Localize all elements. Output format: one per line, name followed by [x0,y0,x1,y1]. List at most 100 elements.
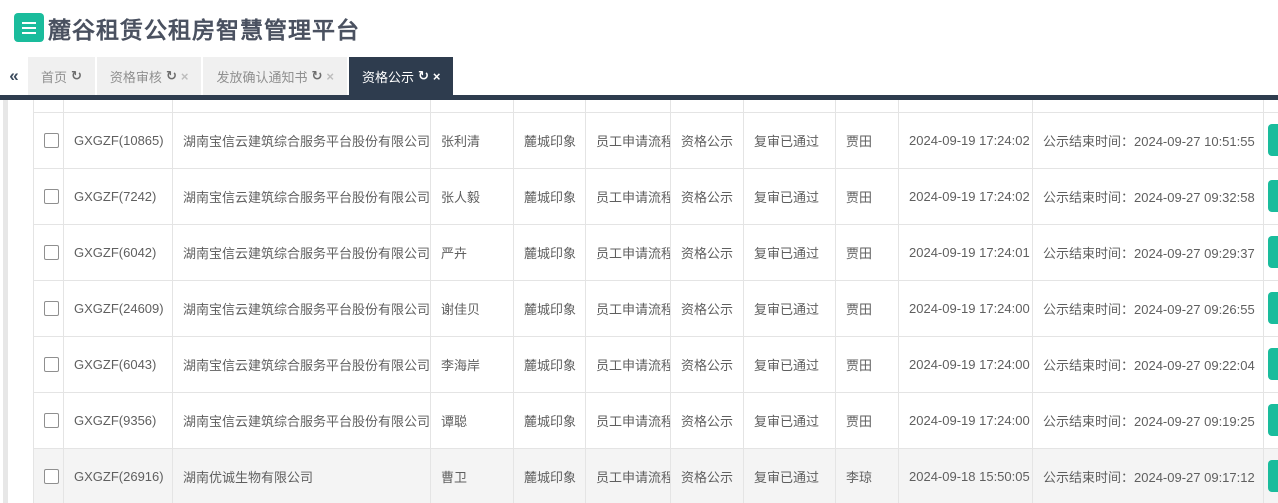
cell-project-name: 麓城印象 [514,224,586,280]
row-checkbox[interactable] [44,469,59,484]
cell-operator: 贾田 [836,392,899,448]
cell-operator: 贾田 [836,336,899,392]
cell-project-name: 麓城印象 [514,336,586,392]
cell-project-name: 麓城印象 [514,448,586,503]
cell-application-id: GXGZF(6043) [64,336,173,392]
close-icon[interactable]: × [181,69,189,84]
cell-review-result: 复审已通过 [744,280,836,336]
cell-status: 资格公示 [671,112,744,168]
table-row: GXGZF(24609) 湖南宝信云建筑综合服务平台股份有限公司 谢佳贝 麓城印… [34,280,1278,336]
checkbox-cell [34,112,64,168]
action-cell [1264,336,1278,392]
cell-project-name: 麓城印象 [514,112,586,168]
refresh-icon[interactable]: ↻ [71,68,82,84]
tab-collapse-button[interactable]: « [0,57,28,95]
row-action-button[interactable] [1268,460,1278,492]
cell-publicity-end-time: 公示结束时间：2024-09-27 09:29:37 [1033,224,1264,280]
collapse-left-icon: « [9,66,18,85]
cell-company-name: 湖南宝信云建筑综合服务平台股份有限公司 [173,168,431,224]
cell-applicant-name: 曹卫 [431,448,514,503]
cell-status: 资格公示 [671,224,744,280]
cell-application-id: GXGZF(9356) [64,392,173,448]
row-checkbox[interactable] [44,189,59,204]
close-icon[interactable]: × [433,69,441,84]
table-row: GXGZF(6043) 湖南宝信云建筑综合服务平台股份有限公司 李海岸 麓城印象… [34,336,1278,392]
cell-status: 资格公示 [671,448,744,503]
cell-status: 资格公示 [671,392,744,448]
row-checkbox[interactable] [44,413,59,428]
cell-company-name: 湖南优诚生物有限公司 [173,448,431,503]
cell-review-result: 复审已通过 [744,392,836,448]
checkbox-cell [34,448,64,503]
refresh-icon[interactable]: ↻ [418,68,429,84]
refresh-icon[interactable]: ↻ [166,68,177,84]
cell-review-result: 复审已通过 [744,336,836,392]
table-row: GXGZF(6042) 湖南宝信云建筑综合服务平台股份有限公司 严卉 麓城印象 … [34,224,1278,280]
row-action-button[interactable] [1268,348,1278,380]
cell-apply-time: 2024-09-19 17:24:02 [899,168,1033,224]
row-checkbox[interactable] [44,357,59,372]
cell-operator: 贾田 [836,280,899,336]
cell-apply-time: 2024-09-19 17:24:00 [899,392,1033,448]
row-checkbox[interactable] [44,301,59,316]
table-body: GXGZF(10865) 湖南宝信云建筑综合服务平台股份有限公司 张利清 麓城印… [34,100,1278,503]
cell-flow-type: 员工申请流程 [586,280,671,336]
row-checkbox[interactable] [44,245,59,260]
row-action-button[interactable] [1268,292,1278,324]
cell-application-id: GXGZF(24609) [64,280,173,336]
cell-company-name: 湖南宝信云建筑综合服务平台股份有限公司 [173,280,431,336]
cell-apply-time: 2024-09-19 17:24:02 [899,112,1033,168]
table-row: GXGZF(26916) 湖南优诚生物有限公司 曹卫 麓城印象 员工申请流程 资… [34,448,1278,503]
table-container: GXGZF(10865) 湖南宝信云建筑综合服务平台股份有限公司 张利清 麓城印… [33,100,1278,503]
cell-flow-type: 员工申请流程 [586,392,671,448]
tab-1[interactable]: 资格审核 ↻ × [97,57,202,95]
cell-applicant-name: 李海岸 [431,336,514,392]
cell-operator: 李琼 [836,448,899,503]
cell-application-id: GXGZF(10865) [64,112,173,168]
row-action-button[interactable] [1268,404,1278,436]
table-row: GXGZF(7242) 湖南宝信云建筑综合服务平台股份有限公司 张人毅 麓城印象… [34,168,1278,224]
cell-flow-type: 员工申请流程 [586,112,671,168]
app-header: 麓谷租赁公租房智慧管理平台 [0,0,1278,55]
tab-0[interactable]: 首页 ↻ [28,57,95,95]
checkbox-cell [34,336,64,392]
refresh-icon[interactable]: ↻ [311,68,322,84]
cell-publicity-end-time: 公示结束时间：2024-09-27 09:32:58 [1033,168,1264,224]
page-title: 麓谷租赁公租房智慧管理平台 [48,11,360,45]
checkbox-cell [34,168,64,224]
hamburger-menu-button[interactable] [14,13,44,42]
cell-flow-type: 员工申请流程 [586,336,671,392]
cell-apply-time: 2024-09-19 17:24:00 [899,280,1033,336]
cell-apply-time: 2024-09-19 17:24:01 [899,224,1033,280]
cell-application-id: GXGZF(26916) [64,448,173,503]
cell-operator: 贾田 [836,168,899,224]
partial-row [34,100,1278,112]
cell-status: 资格公示 [671,280,744,336]
row-checkbox[interactable] [44,133,59,148]
cell-project-name: 麓城印象 [514,280,586,336]
cell-review-result: 复审已通过 [744,448,836,503]
row-action-button[interactable] [1268,180,1278,212]
cell-applicant-name: 张人毅 [431,168,514,224]
cell-status: 资格公示 [671,336,744,392]
cell-flow-type: 员工申请流程 [586,224,671,280]
tab-3[interactable]: 资格公示 ↻ × [349,57,454,95]
tab-label: 发放确认通知书 [216,67,307,86]
cell-review-result: 复审已通过 [744,224,836,280]
table-row: GXGZF(9356) 湖南宝信云建筑综合服务平台股份有限公司 谭聪 麓城印象 … [34,392,1278,448]
row-action-button[interactable] [1268,124,1278,156]
checkbox-cell [34,224,64,280]
row-action-button[interactable] [1268,236,1278,268]
checkbox-cell [34,280,64,336]
action-cell [1264,112,1278,168]
tab-2[interactable]: 发放确认通知书 ↻ × [203,57,347,95]
cell-applicant-name: 谢佳贝 [431,280,514,336]
table-row: GXGZF(10865) 湖南宝信云建筑综合服务平台股份有限公司 张利清 麓城印… [34,112,1278,168]
cell-applicant-name: 谭聪 [431,392,514,448]
cell-project-name: 麓城印象 [514,168,586,224]
cell-flow-type: 员工申请流程 [586,168,671,224]
cell-publicity-end-time: 公示结束时间：2024-09-27 09:17:12 [1033,448,1264,503]
cell-apply-time: 2024-09-18 15:50:05 [899,448,1033,503]
left-scroll-strip[interactable] [3,100,8,503]
close-icon[interactable]: × [326,69,334,84]
